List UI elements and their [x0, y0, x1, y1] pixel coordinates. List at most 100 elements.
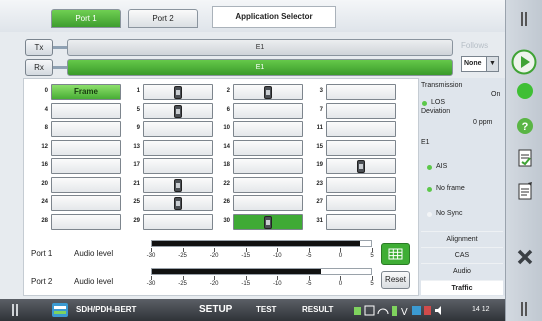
- timeslot-number: 2: [226, 88, 230, 94]
- svg-text:?: ?: [522, 121, 529, 133]
- timeslot-number: 28: [41, 217, 48, 224]
- audio-level-fill-port-2: [152, 269, 321, 274]
- audio-button[interactable]: Audio: [421, 263, 503, 278]
- tab-port-2[interactable]: Port 2: [128, 9, 198, 28]
- scale-tick-label: 5: [370, 253, 374, 259]
- reset-button[interactable]: Reset: [381, 271, 410, 289]
- audio-level-fill-port-1: [152, 241, 361, 246]
- help-button[interactable]: ?: [515, 116, 535, 136]
- tx-button[interactable]: Tx: [25, 39, 53, 56]
- keypad-button[interactable]: [381, 243, 410, 265]
- scale-tick-label: 5: [370, 281, 374, 287]
- audio-scale-port-1: -30 -25 -20 -15 -10 -5 0 5: [147, 248, 374, 262]
- setup-tab[interactable]: SETUP: [199, 304, 232, 315]
- timeslot-number: 3: [319, 88, 323, 94]
- scale-tick-label: -5: [306, 281, 312, 287]
- timeslot-cell[interactable]: [326, 121, 396, 137]
- system-tray-icons: V: [354, 305, 441, 318]
- timeslot-cell[interactable]: [326, 158, 396, 174]
- timeslot-cell[interactable]: [326, 139, 396, 156]
- timeslot-cell[interactable]: Frame: [51, 84, 121, 100]
- timeslot-cell[interactable]: [233, 139, 303, 156]
- timeslot-cell[interactable]: [51, 139, 121, 156]
- scale-tick: [214, 276, 216, 280]
- right-sidebar: ?: [505, 0, 542, 321]
- rx-path-bar[interactable]: E1: [67, 59, 453, 76]
- phone-icon: [174, 178, 182, 192]
- timeslot-cell[interactable]: [326, 176, 396, 193]
- timeslot-cell[interactable]: [51, 195, 121, 211]
- timeslot-cell[interactable]: [233, 176, 303, 193]
- timeslot-cell[interactable]: [326, 84, 396, 100]
- timeslot-cell[interactable]: [326, 102, 396, 119]
- help-icon: ?: [517, 118, 533, 134]
- timeslot-cell[interactable]: [51, 102, 121, 119]
- timeslot-cell[interactable]: [326, 195, 396, 211]
- report-button[interactable]: [515, 148, 535, 168]
- timeslot-panel: 0 Frame 1 2 3 4 5 6 7 8 9 10 11 12 13 14 15 16 17 18 19 20 21 2…: [23, 78, 419, 296]
- timeslot-cell[interactable]: [143, 121, 213, 137]
- follows-dropdown[interactable]: None ▼: [461, 56, 499, 72]
- traffic-button[interactable]: Traffic: [421, 280, 503, 295]
- timeslot-cell[interactable]: [233, 158, 303, 174]
- timeslot-cell[interactable]: [143, 213, 213, 230]
- play-icon: [511, 49, 537, 75]
- scale-tick: [182, 276, 184, 280]
- audio-level-meter-port-2: [151, 268, 372, 275]
- report-icon: [518, 149, 532, 167]
- audio-port1-label: Port 1: [31, 249, 53, 258]
- close-button[interactable]: [515, 247, 535, 267]
- svg-text:V: V: [401, 307, 408, 317]
- timeslot-number: 0: [44, 88, 48, 94]
- keypad-icon: [388, 248, 403, 260]
- timeslot-cell[interactable]: [233, 102, 303, 119]
- scale-tick-label: -10: [272, 253, 282, 259]
- scale-tick-label: -5: [306, 253, 312, 259]
- bottom-grip-icon[interactable]: [10, 304, 20, 316]
- audio-scale-port-2: -30 -25 -20 -15 -10 -5 0 5: [147, 276, 374, 290]
- sidebar-grip-icon[interactable]: [518, 12, 530, 26]
- timeslot-cell[interactable]: [326, 213, 396, 230]
- timeslot-cell[interactable]: [233, 195, 303, 211]
- timeslot-number: 31: [316, 217, 323, 224]
- tx-path-bar[interactable]: E1: [67, 39, 453, 56]
- timeslot-cell[interactable]: [143, 195, 213, 211]
- scale-tick-label: 0: [338, 281, 343, 287]
- scale-tick-label: -30: [146, 253, 156, 259]
- rx-button[interactable]: Rx: [25, 59, 53, 76]
- timeslot-cell[interactable]: [143, 158, 213, 174]
- timeslot-cell[interactable]: [233, 213, 303, 230]
- timeslot-cell[interactable]: [143, 84, 213, 100]
- result-tab[interactable]: RESULT: [302, 305, 333, 314]
- timeslot-number: 18: [223, 162, 230, 168]
- system-tray: V: [354, 304, 466, 318]
- timeslot-cell[interactable]: [143, 139, 213, 156]
- timeslot-cell[interactable]: [51, 121, 121, 137]
- sidebar-bottom-grip-icon[interactable]: [518, 302, 530, 316]
- timeslot-number: 8: [44, 125, 48, 131]
- timeslot-cell[interactable]: [51, 213, 121, 230]
- top-bar: Port 1 Port 2 Application Selector: [0, 0, 505, 32]
- scale-tick: [245, 248, 247, 252]
- timeslot-cell[interactable]: [143, 176, 213, 193]
- application-selector-button[interactable]: Application Selector: [212, 6, 336, 28]
- app-icon[interactable]: [52, 303, 68, 317]
- phone-icon: [264, 215, 272, 229]
- cas-button[interactable]: CAS: [421, 247, 503, 262]
- ais-label: AIS: [436, 163, 448, 170]
- timeslot-number: 21: [133, 180, 140, 187]
- timeslot-cell[interactable]: [51, 158, 121, 174]
- timeslot-cell[interactable]: [233, 84, 303, 100]
- timeslot-cell[interactable]: [233, 121, 303, 137]
- test-tab[interactable]: TEST: [256, 305, 276, 314]
- tab-port-1[interactable]: Port 1: [51, 9, 121, 28]
- chevron-down-icon[interactable]: ▼: [486, 57, 498, 71]
- start-test-button[interactable]: [511, 49, 537, 75]
- status-led-icon: [517, 83, 533, 99]
- timeslot-number: 15: [316, 143, 323, 150]
- timeslot-cell[interactable]: [51, 176, 121, 193]
- save-report-button[interactable]: [515, 181, 535, 201]
- scale-tick-label: -10: [272, 281, 282, 287]
- timeslot-cell[interactable]: [143, 102, 213, 119]
- alignment-button[interactable]: Alignment: [421, 231, 503, 246]
